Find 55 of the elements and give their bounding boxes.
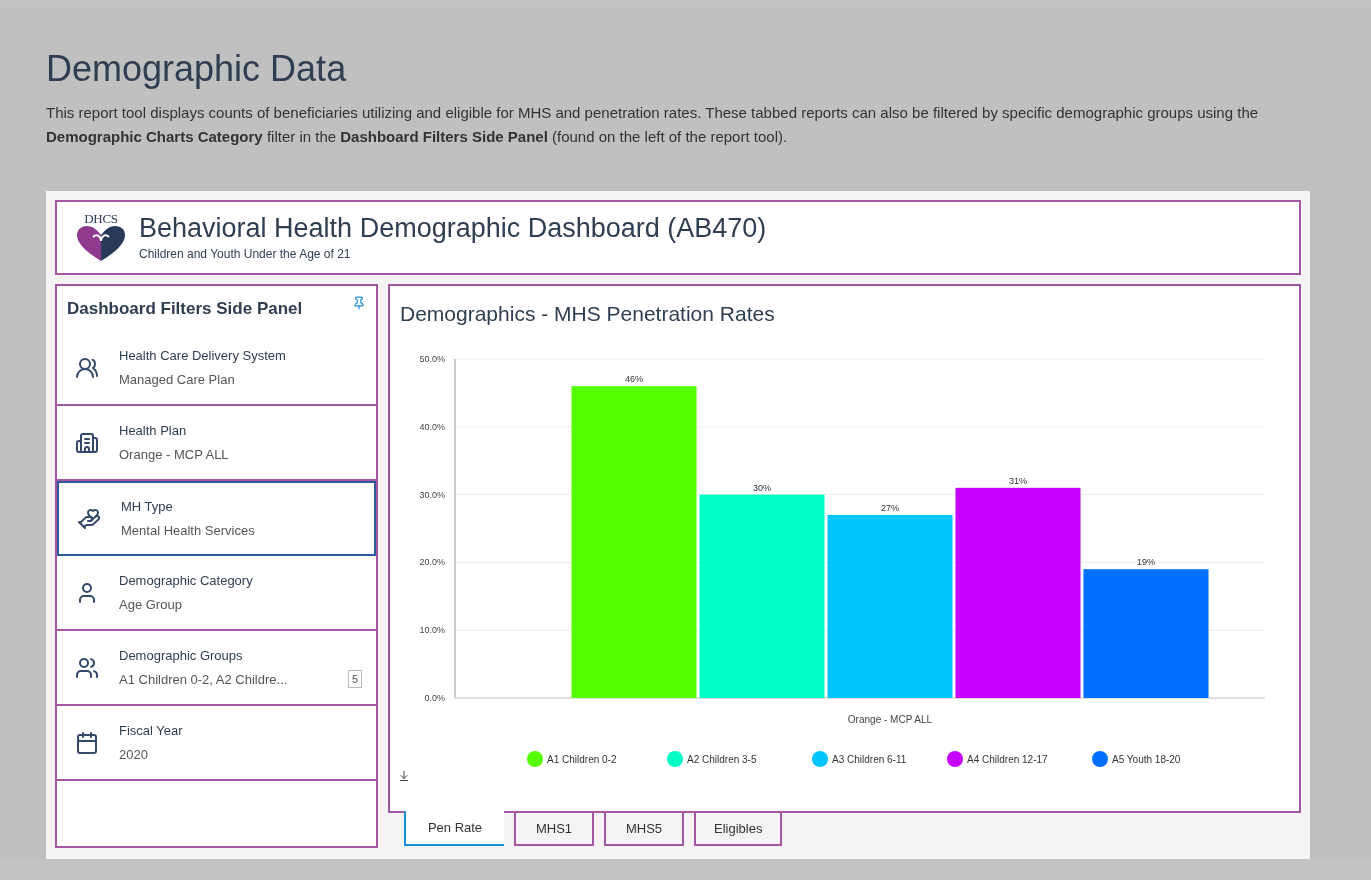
count-badge: 5 [347,670,362,689]
axis-tick-label: 40.0% [419,421,445,432]
data-label: 30% [753,482,771,493]
filter-label: Health Care Delivery System [119,347,287,365]
axis-tick-label: 20.0% [419,556,445,567]
filter-item[interactable]: MH Type Mental Health Services [57,481,376,556]
axis-tick-label: 30.0% [419,489,445,500]
tab[interactable]: Pen Rate [404,811,504,846]
intro-text: This report tool displays counts of beneficiaries utilizing and eligible for MHS and penetration rates. These tabbed reports can also be filtered by specific demographic groups using the Demographic Charts Category filter in the Dashboard Filters Side Panel (found on the left of the report tool). [46,103,1260,147]
filter-item[interactable]: Health Plan Orange - MCP ALL [57,406,376,481]
dashboard-title: Behavioral Health Demographic Dashboard (AB470) [139,211,767,245]
download-icon[interactable] [398,769,410,782]
logo-text: DHCS [84,212,118,225]
filter-item[interactable]: Demographic Category Age Group [57,556,376,631]
hand-heart-icon [77,506,101,531]
people-icon [75,355,99,380]
filter-item[interactable]: Fiscal Year 2020 [57,706,376,781]
category-label: Orange - MCP ALL [847,713,933,725]
legend-label: A4 Children 12-17 [967,753,1048,765]
calendar-icon [75,730,99,755]
filter-value: Age Group [119,595,182,614]
filter-value: Orange - MCP ALL [119,445,229,464]
data-label: 27% [881,502,899,513]
filter-label: Fiscal Year [119,722,184,740]
legend-label: A3 Children 6-11 [832,753,907,765]
axis-tick-label: 10.0% [419,624,445,635]
data-label: 31% [1009,475,1027,486]
building-icon [75,430,99,455]
filter-label: MH Type [121,498,174,516]
filter-label: Demographic Groups [119,647,244,665]
filter-value: 2020 [119,745,148,764]
tab[interactable]: MHS5 [604,811,684,846]
chart-title: Demographics - MHS Penetration Rates [399,301,776,327]
filter-item[interactable]: Health Care Delivery System Managed Care Plan [57,331,376,406]
axis-tick-label: 0.0% [424,692,445,703]
data-label: 46% [625,373,643,384]
pin-icon[interactable] [352,296,366,310]
tab[interactable]: MHS1 [514,811,594,846]
heart-logo-icon [75,225,127,263]
filter-label: Health Plan [119,422,188,440]
filter-label: Demographic Category [119,572,254,590]
filter-item[interactable]: Demographic Groups A1 Children 0-2, A2 Childre... 5 [57,631,376,706]
tab[interactable]: Eligibles [694,811,783,846]
dashboard-subtitle: Children and Youth Under the Age of 21 [139,246,352,264]
filter-value: A1 Children 0-2, A2 Childre... [119,670,288,689]
legend-label: A5 Youth 18-20 [1112,753,1181,765]
filter-value: Managed Care Plan [119,370,235,389]
page-title: Demographic Data [46,47,348,91]
legend-label: A1 Children 0-2 [547,753,617,765]
group-icon [75,655,99,680]
panel-title: Dashboard Filters Side Panel [67,298,303,320]
filter-value: Mental Health Services [121,521,255,540]
data-label: 19% [1137,556,1155,567]
legend-label: A2 Children 3-5 [687,753,757,765]
axis-tick-label: 50.0% [419,353,445,364]
